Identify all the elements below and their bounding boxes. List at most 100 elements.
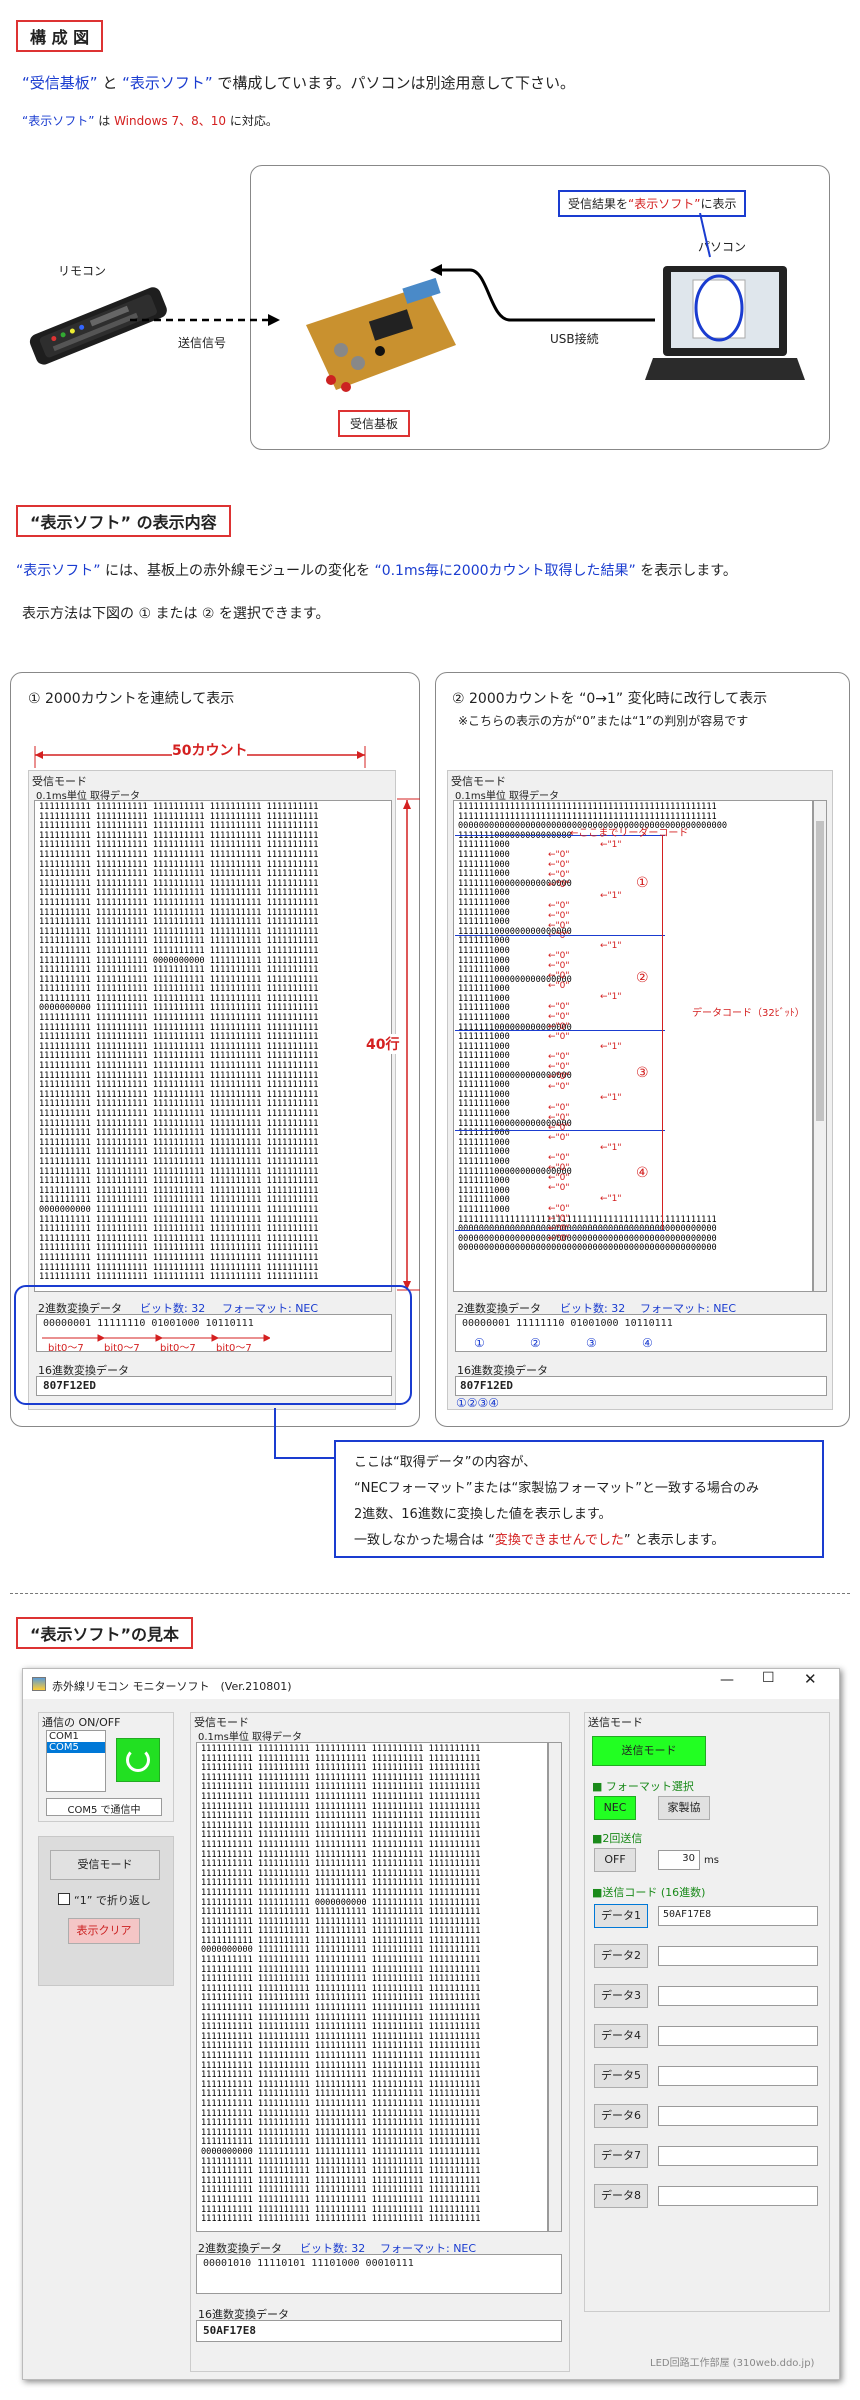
bit-annotation: ←"1" — [600, 1143, 622, 1153]
bit-annotation: ←"0" — [548, 981, 570, 992]
intro-rest: で構成しています。パソコンは別途用意して下さい。 — [212, 74, 576, 92]
bit-annotation: ←"1" — [600, 1042, 622, 1052]
bit-range-1: bit0～7 — [48, 1343, 84, 1354]
interval-input[interactable]: 30 — [658, 1850, 700, 1870]
bit-annotation: ←"1" — [600, 890, 622, 901]
bit-annotation: ←"0" — [548, 951, 570, 962]
scroll-thumb[interactable] — [816, 821, 824, 1121]
bit-range-4: bit0～7 — [216, 1343, 252, 1354]
com-listbox[interactable]: COM1 COM5 — [46, 1730, 106, 1792]
callout-l1: ここは“取得データ”の内容が、 — [354, 1455, 537, 1470]
send-data-field-4[interactable] — [658, 2026, 818, 2046]
callout-pointer — [699, 213, 711, 258]
continuous-title: ① 2000カウントを連続して表示 — [28, 691, 235, 707]
recv-board-term: “受信基板” — [22, 74, 98, 92]
send-data-field-5[interactable] — [658, 2066, 818, 2086]
right-bin-field[interactable]: 00000001 11111110 01001000 10110111 — [455, 1314, 827, 1352]
send-signal-label: 送信信号 — [178, 336, 227, 350]
soft-term: “表示ソフト” — [16, 563, 101, 579]
repeat-label: ■2回送信 — [592, 1832, 643, 1845]
minimize-button[interactable]: — — [720, 1672, 734, 1688]
kasei-button[interactable]: 家製協 — [658, 1796, 710, 1820]
bit-annotation: ←"0" — [548, 971, 570, 982]
hb3: ③ — [477, 1396, 489, 1410]
send-data-field-6[interactable] — [658, 2106, 818, 2126]
com5-item[interactable]: COM5 — [47, 1742, 105, 1753]
right-scrollbar[interactable] — [813, 800, 827, 1292]
os-support-line: “表示ソフト” は Windows 7、8、10 に対応。 — [22, 112, 278, 129]
left-hex-field[interactable]: 807F12ED — [36, 1376, 392, 1396]
send-data-button-6[interactable]: データ6 — [594, 2104, 648, 2128]
bit-annotation: ←"0" — [548, 1163, 570, 1174]
right-data-textbox[interactable]: 1111111111111111111111111111111111111111… — [453, 800, 813, 1292]
send-data-field-7[interactable] — [658, 2146, 818, 2166]
bit-annotation: ←"0" — [548, 1153, 570, 1164]
section-title-display: “表示ソフト” の表示内容 — [16, 505, 231, 537]
usb-label: USB接続 — [550, 332, 599, 346]
bit-annotation: ←"0" — [548, 1031, 570, 1042]
byte-num-2: ② — [530, 1336, 541, 1350]
leader-note: ←ここまでリーダーコード — [570, 828, 689, 839]
app-bin-field[interactable]: 00001010 11110101 11101000 00010111 — [196, 2254, 562, 2294]
hb1: ① — [456, 1396, 467, 1410]
callout-l3: 2進数、16進数に変換した値を表示します。 — [354, 1507, 612, 1522]
wrap-checkbox[interactable] — [58, 1893, 70, 1905]
close-button[interactable]: ✕ — [804, 1670, 817, 1688]
result-b: “表示ソフト” — [628, 197, 701, 211]
bit-annotation: ←"0" — [548, 1173, 570, 1184]
right-hex-field[interactable]: 807F12ED — [455, 1376, 827, 1396]
send-data-button-2[interactable]: データ2 — [594, 1944, 648, 1968]
send-data-button-3[interactable]: データ3 — [594, 1984, 648, 2008]
send-data-button-8[interactable]: データ8 — [594, 2184, 648, 2208]
power-toggle[interactable] — [116, 1738, 160, 1782]
l4a: 一致しなかった場合は “ — [354, 1533, 495, 1548]
conversion-callout: ここは“取得データ”の内容が、 “NECフォーマット”または“家製協フォーマット… — [334, 1440, 824, 1558]
callout-l4: 一致しなかった場合は “変換できませんでした” と表示します。 — [354, 1528, 804, 1554]
bit-annotation: ←"0" — [548, 961, 570, 972]
app-hex-field[interactable]: 50AF17E8 — [196, 2320, 562, 2342]
bit-annotation: ←"0" — [548, 1203, 570, 1214]
power-icon — [126, 1748, 150, 1772]
send-data-button-4[interactable]: データ4 — [594, 2024, 648, 2048]
app-unit-label: 0.1ms単位 取得データ — [198, 1732, 303, 1743]
app-data-textbox[interactable]: 1111111111 1111111111 1111111111 1111111… — [196, 1742, 548, 2232]
bit-annotation: ←"0" — [548, 880, 570, 891]
bit-annotation: ←"1" — [600, 941, 622, 951]
off-button[interactable]: OFF — [594, 1848, 636, 1872]
send-mode-button[interactable]: 送信モード — [592, 1736, 706, 1766]
left-data-textbox[interactable]: 1111111111 1111111111 1111111111 1111111… — [34, 800, 392, 1292]
com-status: COM5 で通信中 — [46, 1798, 162, 1816]
send-group-label: 送信モード — [588, 1716, 643, 1729]
wrapped-title: ② 2000カウントを “0→1” 変化時に改行して表示 — [452, 691, 768, 707]
hb2: ② — [466, 1396, 478, 1410]
desc-hl: “0.1ms毎に2000カウント取得した結果” — [374, 563, 636, 579]
send-data-field-1[interactable]: 50AF17E8 — [658, 1906, 818, 1926]
recv-mode-button[interactable]: 受信モード — [50, 1850, 160, 1880]
desc-mid: には、基板上の赤外線モジュールの変化を — [100, 563, 375, 579]
maximize-button[interactable]: ☐ — [762, 1670, 775, 1686]
send-data-button-5[interactable]: データ5 — [594, 2064, 648, 2088]
soft-term: “表示ソフト” — [22, 114, 95, 128]
span-label: 50カウント — [172, 740, 248, 760]
send-data-button-7[interactable]: データ7 — [594, 2144, 648, 2168]
group-divider — [455, 935, 665, 936]
app-scrollbar[interactable] — [548, 1742, 562, 2232]
byte-num-4: ④ — [642, 1336, 653, 1350]
ms-unit: ms — [704, 1855, 719, 1866]
bit-annotation: ←"0" — [548, 1082, 570, 1093]
clear-button[interactable]: 表示クリア — [68, 1918, 140, 1944]
send-data-button-1[interactable]: データ1 — [594, 1904, 648, 1928]
send-data-field-3[interactable] — [658, 1986, 818, 2006]
callout-connector — [274, 1408, 335, 1459]
bit-annotation: ←"0" — [548, 1183, 570, 1194]
bit-annotation: ←"1" — [600, 1193, 622, 1204]
section-divider — [10, 1593, 850, 1594]
group-num-1: ① — [636, 875, 649, 891]
send-data-field-8[interactable] — [658, 2186, 818, 2206]
group-divider — [455, 1030, 665, 1031]
bit-annotation: ←"0" — [548, 1062, 570, 1073]
laptop-image — [645, 266, 805, 380]
send-data-field-2[interactable] — [658, 1946, 818, 1966]
com1-item[interactable]: COM1 — [47, 1731, 105, 1742]
nec-button[interactable]: NEC — [594, 1796, 636, 1820]
